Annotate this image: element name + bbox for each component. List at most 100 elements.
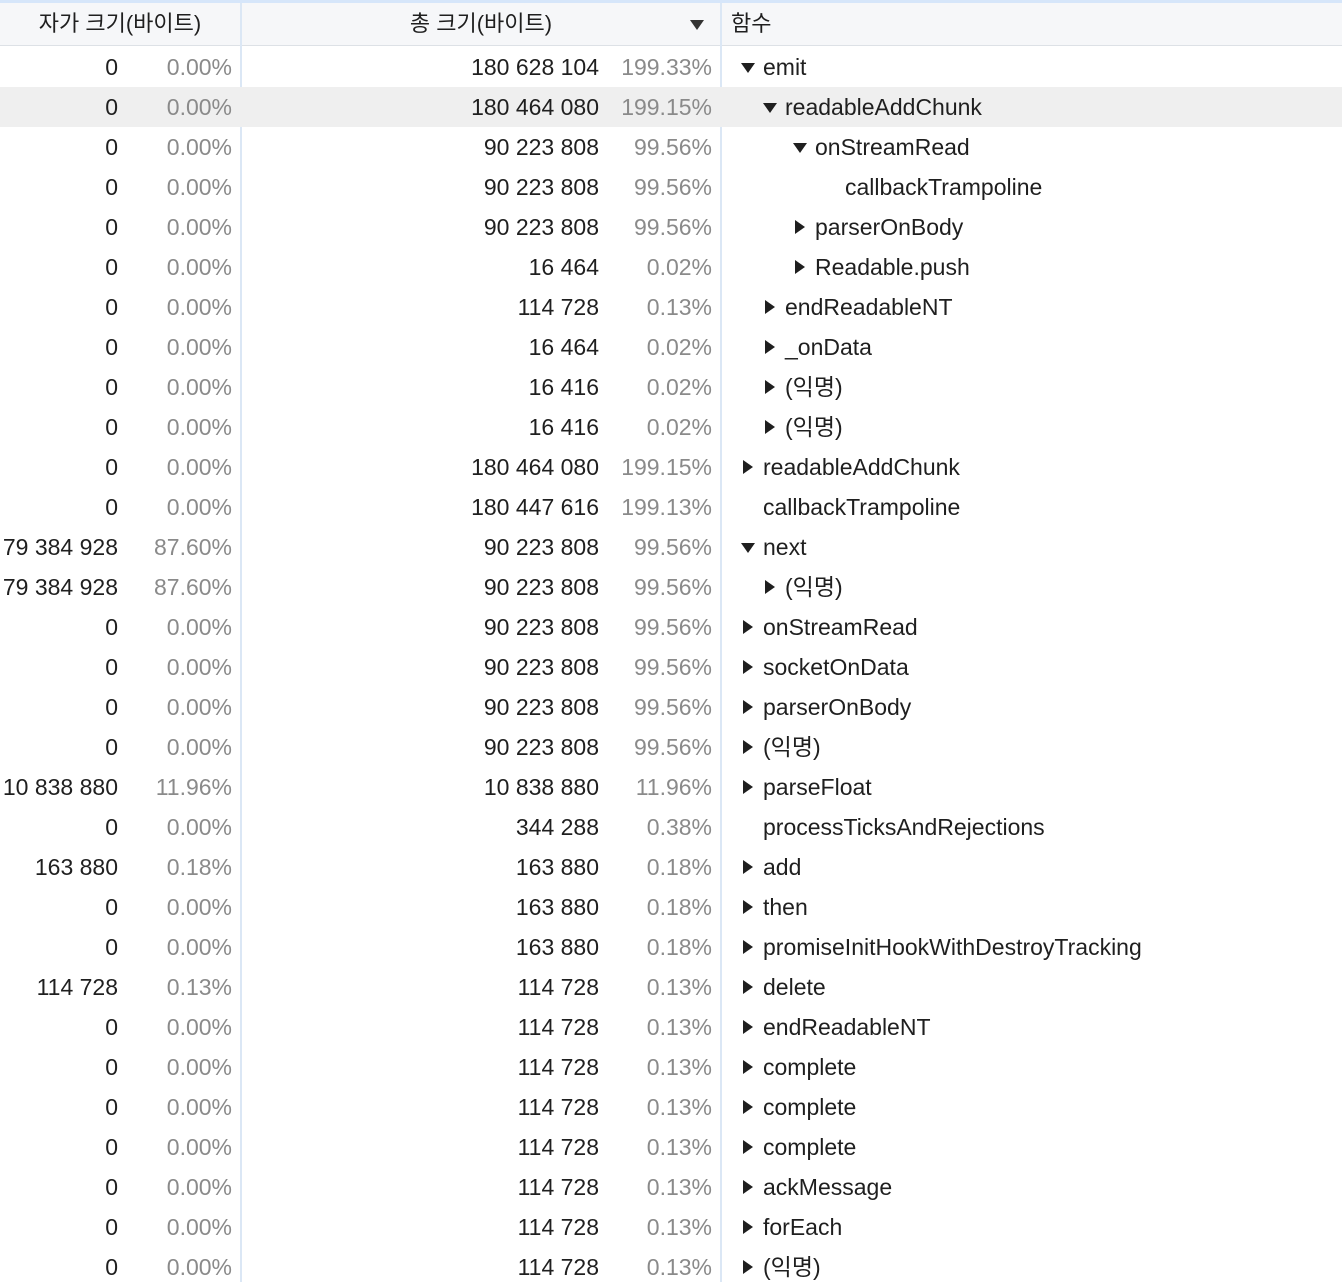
self-size-value: 0 bbox=[105, 454, 118, 480]
table-row[interactable]: 0 0.00% 180 447 616 199.13% callbackTrampoli… bbox=[0, 487, 1342, 527]
function-name: Readable.push bbox=[815, 254, 970, 280]
table-row[interactable]: 0 0.00% 163 880 0.18% promiseInitHookWithDes… bbox=[0, 927, 1342, 967]
table-row[interactable]: 0 0.00% 180 464 080 199.15% readableAddChunk bbox=[0, 447, 1342, 487]
collapsed-triangle-icon[interactable] bbox=[741, 1007, 763, 1047]
total-size-percent: 0.18% bbox=[646, 934, 712, 960]
collapsed-triangle-icon[interactable] bbox=[793, 247, 815, 287]
function-cell: parserOnBody bbox=[793, 207, 963, 247]
total-size-percent: 0.13% bbox=[646, 1134, 712, 1160]
total-size-value: 114 728 bbox=[517, 1254, 599, 1280]
table-row[interactable]: 0 0.00% 90 223 808 99.56% parserOnBody bbox=[0, 687, 1342, 727]
table-row[interactable]: 0 0.00% 16 464 0.02% _onData bbox=[0, 327, 1342, 367]
function-name: readableAddChunk bbox=[763, 454, 960, 480]
total-size-percent: 0.13% bbox=[646, 1054, 712, 1080]
function-name: parseFloat bbox=[763, 774, 872, 800]
collapsed-triangle-icon[interactable] bbox=[763, 327, 785, 367]
self-size-percent: 0.00% bbox=[166, 734, 232, 760]
collapsed-triangle-icon[interactable] bbox=[741, 727, 763, 767]
collapsed-triangle-icon[interactable] bbox=[793, 207, 815, 247]
collapsed-triangle-icon[interactable] bbox=[763, 367, 785, 407]
collapsed-triangle-icon[interactable] bbox=[741, 607, 763, 647]
table-row[interactable]: 0 0.00% 114 728 0.13% endReadableNT bbox=[0, 287, 1342, 327]
total-size-value: 114 728 bbox=[517, 294, 599, 320]
self-size-value: 0 bbox=[105, 494, 118, 520]
collapsed-triangle-icon[interactable] bbox=[763, 287, 785, 327]
expanded-triangle-icon[interactable] bbox=[763, 87, 785, 127]
table-row[interactable]: 0 0.00% 90 223 808 99.56% onStreamRead bbox=[0, 607, 1342, 647]
table-row[interactable]: 0 0.00% 180 628 104 199.33% emit bbox=[0, 47, 1342, 87]
table-row[interactable]: 0 0.00% 114 728 0.13% complete bbox=[0, 1047, 1342, 1087]
table-row[interactable]: 0 0.00% 344 288 0.38% processTicksAndRejecti… bbox=[0, 807, 1342, 847]
expanded-triangle-icon[interactable] bbox=[741, 527, 763, 567]
collapsed-triangle-icon[interactable] bbox=[741, 1047, 763, 1087]
function-cell: then bbox=[741, 887, 808, 927]
collapsed-triangle-icon[interactable] bbox=[763, 567, 785, 607]
total-size-value: 16 416 bbox=[528, 414, 599, 440]
self-size-value: 0 bbox=[105, 814, 118, 840]
self-size-percent: 0.00% bbox=[166, 494, 232, 520]
collapsed-triangle-icon[interactable] bbox=[741, 687, 763, 727]
column-header-self-size[interactable]: 자가 크기(바이트) bbox=[0, 3, 240, 45]
total-size-value: 90 223 808 bbox=[483, 614, 599, 640]
table-row[interactable]: 0 0.00% 114 728 0.13% complete bbox=[0, 1127, 1342, 1167]
collapsed-triangle-icon[interactable] bbox=[741, 1247, 763, 1287]
function-name: (익명) bbox=[763, 734, 821, 760]
collapsed-triangle-icon[interactable] bbox=[741, 647, 763, 687]
self-size-percent: 0.00% bbox=[166, 254, 232, 280]
function-name: complete bbox=[763, 1094, 857, 1120]
table-row[interactable]: 0 0.00% 90 223 808 99.56% socketOnData bbox=[0, 647, 1342, 687]
expanded-triangle-icon[interactable] bbox=[741, 47, 763, 87]
collapsed-triangle-icon[interactable] bbox=[741, 927, 763, 967]
table-row[interactable]: 10 838 880 11.96% 10 838 880 11.96% parseFlo… bbox=[0, 767, 1342, 807]
table-row[interactable]: 79 384 928 87.60% 90 223 808 99.56% next bbox=[0, 527, 1342, 567]
function-name: (익명) bbox=[763, 1254, 821, 1280]
table-row[interactable]: 163 880 0.18% 163 880 0.18% add bbox=[0, 847, 1342, 887]
collapsed-triangle-icon[interactable] bbox=[763, 407, 785, 447]
sort-descending-icon[interactable] bbox=[690, 20, 704, 30]
column-header-function[interactable]: 함수 bbox=[731, 3, 771, 45]
total-size-percent: 0.18% bbox=[646, 894, 712, 920]
table-row[interactable]: 0 0.00% 114 728 0.13% complete bbox=[0, 1087, 1342, 1127]
self-size-value: 0 bbox=[105, 1094, 118, 1120]
self-size-percent: 0.00% bbox=[166, 1254, 232, 1280]
function-cell: socketOnData bbox=[741, 647, 909, 687]
table-row[interactable]: 0 0.00% 114 728 0.13% (익명) bbox=[0, 1247, 1342, 1287]
expanded-triangle-icon[interactable] bbox=[793, 127, 815, 167]
total-size-value: 114 728 bbox=[517, 1214, 599, 1240]
table-row[interactable]: 0 0.00% 114 728 0.13% endReadableNT bbox=[0, 1007, 1342, 1047]
function-cell: parserOnBody bbox=[741, 687, 911, 727]
collapsed-triangle-icon[interactable] bbox=[741, 1207, 763, 1247]
collapsed-triangle-icon[interactable] bbox=[741, 1127, 763, 1167]
total-size-percent: 0.02% bbox=[646, 254, 712, 280]
collapsed-triangle-icon[interactable] bbox=[741, 767, 763, 807]
table-row[interactable]: 79 384 928 87.60% 90 223 808 99.56% (익명) bbox=[0, 567, 1342, 607]
function-name: (익명) bbox=[785, 374, 843, 400]
table-row[interactable]: 0 0.00% 114 728 0.13% forEach bbox=[0, 1207, 1342, 1247]
table-row[interactable]: 0 0.00% 90 223 808 99.56% (익명) bbox=[0, 727, 1342, 767]
table-row[interactable]: 0 0.00% 163 880 0.18% then bbox=[0, 887, 1342, 927]
table-row[interactable]: 0 0.00% 90 223 808 99.56% parserOnBody bbox=[0, 207, 1342, 247]
collapsed-triangle-icon[interactable] bbox=[741, 887, 763, 927]
collapsed-triangle-icon[interactable] bbox=[741, 447, 763, 487]
function-name: promiseInitHookWithDestroyTracking bbox=[763, 934, 1142, 960]
column-header-total-size[interactable]: 총 크기(바이트) bbox=[242, 3, 720, 45]
table-row[interactable]: 0 0.00% 16 416 0.02% (익명) bbox=[0, 367, 1342, 407]
collapsed-triangle-icon[interactable] bbox=[741, 1167, 763, 1207]
total-size-value: 114 728 bbox=[517, 1094, 599, 1120]
collapsed-triangle-icon[interactable] bbox=[741, 967, 763, 1007]
table-row[interactable]: 0 0.00% 16 464 0.02% Readable.push bbox=[0, 247, 1342, 287]
table-row[interactable]: 114 728 0.13% 114 728 0.13% delete bbox=[0, 967, 1342, 1007]
function-cell: (익명) bbox=[763, 367, 843, 407]
table-row[interactable]: 0 0.00% 114 728 0.13% ackMessage bbox=[0, 1167, 1342, 1207]
function-cell: add bbox=[741, 847, 801, 887]
total-size-value: 180 447 616 bbox=[471, 494, 599, 520]
table-row[interactable]: 0 0.00% 180 464 080 199.15% readableAddChunk bbox=[0, 87, 1342, 127]
table-row[interactable]: 0 0.00% 16 416 0.02% (익명) bbox=[0, 407, 1342, 447]
collapsed-triangle-icon[interactable] bbox=[741, 1087, 763, 1127]
table-row[interactable]: 0 0.00% 90 223 808 99.56% onStreamRead bbox=[0, 127, 1342, 167]
self-size-value: 0 bbox=[105, 254, 118, 280]
total-size-percent: 0.13% bbox=[646, 974, 712, 1000]
function-cell: delete bbox=[741, 967, 826, 1007]
collapsed-triangle-icon[interactable] bbox=[741, 847, 763, 887]
table-row[interactable]: 0 0.00% 90 223 808 99.56% callbackTrampoline bbox=[0, 167, 1342, 207]
